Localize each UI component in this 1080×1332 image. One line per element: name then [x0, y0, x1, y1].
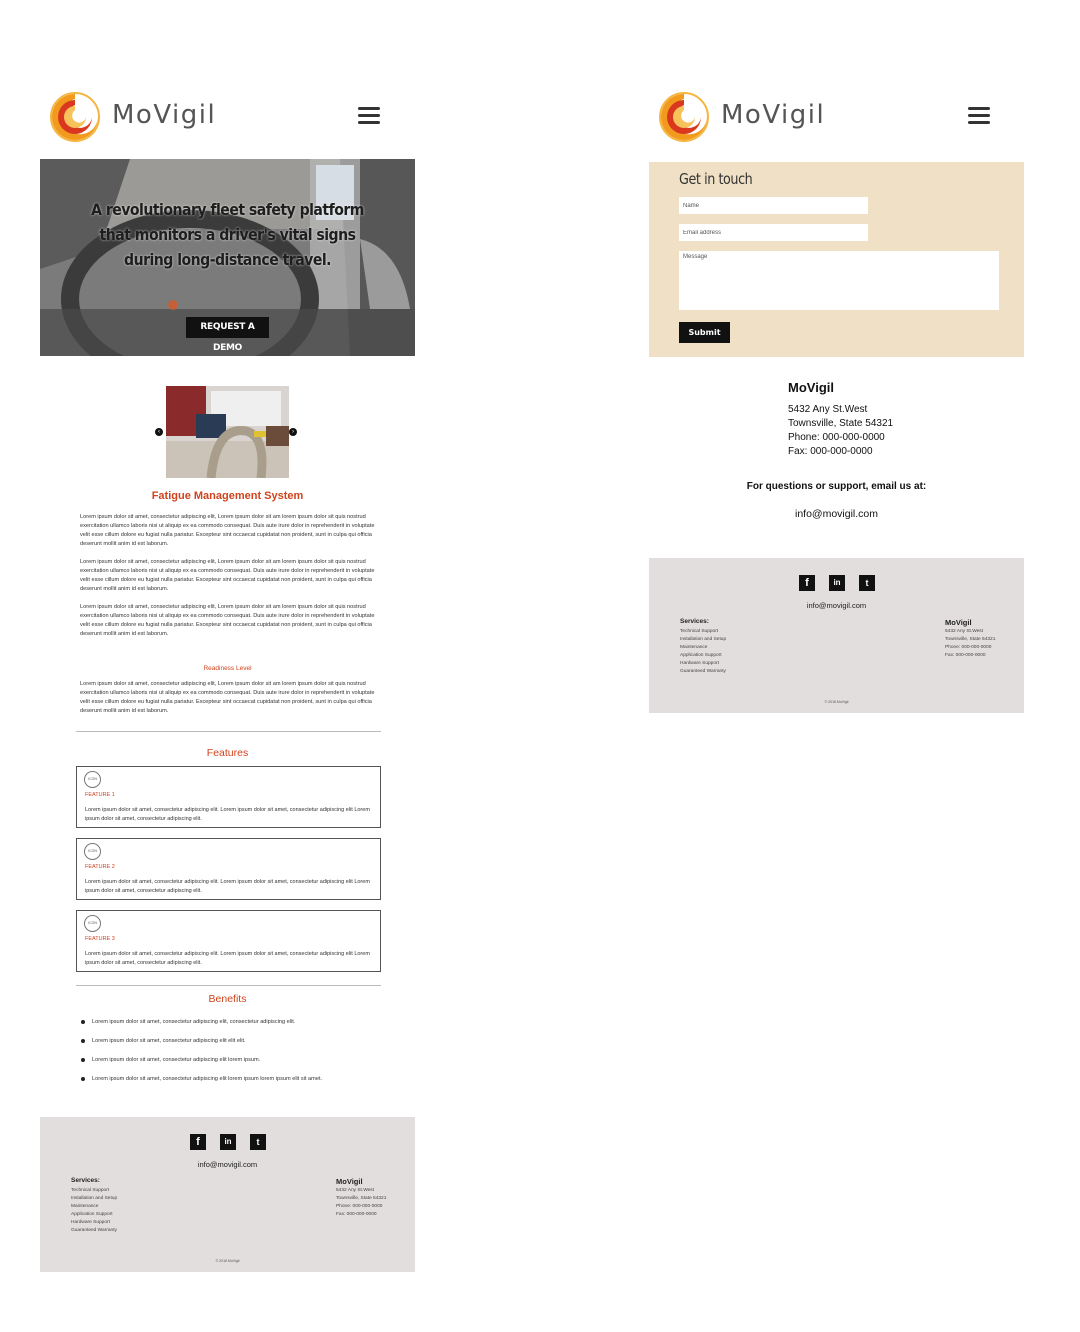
contact-form-section: Get in touch Submit [649, 162, 1024, 357]
name-field[interactable] [679, 197, 868, 214]
footer-copyright: © 2018 MoVigil [824, 700, 849, 704]
feature-card: ICON FEATURE 1 Lorem ipsum dolor sit ame… [76, 766, 381, 828]
footer-service-item[interactable]: Application Support [71, 1212, 113, 1217]
submit-button[interactable]: Submit [679, 322, 730, 343]
footer-company-name: MoVigil [945, 618, 972, 627]
hero-headline: A revolutionary fleet safety platform th… [91, 200, 364, 269]
movigil-swirl-logo-icon[interactable] [48, 90, 102, 144]
bullet-icon [81, 1020, 85, 1024]
footer-service-item[interactable]: Hardware Support [71, 1220, 110, 1225]
carousel-prev-icon[interactable]: ‹ [155, 428, 163, 436]
address-line: Townsville, State 54321 [788, 418, 894, 429]
twitter-icon[interactable]: t [859, 575, 875, 591]
footer-services-title: Services: [71, 1177, 100, 1184]
image-carousel: ‹ › [155, 386, 301, 478]
support-email-link[interactable]: info@movigil.com [649, 508, 1024, 520]
hero-banner: A revolutionary fleet safety platform th… [40, 159, 415, 356]
footer-address-line: Phone: 000-000-0000 [945, 645, 992, 650]
footer-email-link[interactable]: info@movigil.com [40, 1160, 415, 1169]
hamburger-menu-icon[interactable] [358, 107, 380, 125]
footer-service-item[interactable]: Technical Support [71, 1188, 109, 1193]
fatigue-paragraph-3: Lorem ipsum dolor sit amet, consectetur … [80, 604, 375, 637]
feature-title: FEATURE 2 [85, 864, 115, 870]
fatigue-paragraph-2: Lorem ipsum dolor sit amet, consectetur … [80, 559, 375, 592]
footer-service-item[interactable]: Maintenance [680, 645, 707, 650]
lab-equipment-photo [166, 386, 289, 478]
footer-address-line: 5432 Any St.West [945, 629, 984, 634]
feature-text: Lorem ipsum dolor sit amet, consectetur … [85, 879, 370, 894]
address-line: Fax: 000-000-0000 [788, 446, 873, 457]
footer-address-line: Townsville, State 54321 [336, 1196, 387, 1201]
footer-service-item[interactable]: Guaranteed Warranty [680, 669, 726, 674]
site-footer: f in t info@movigil.com Services: Techni… [649, 558, 1024, 713]
carousel-image[interactable] [166, 386, 289, 478]
site-header: MoVigil [40, 86, 415, 148]
bullet-icon [81, 1058, 85, 1062]
footer-address-line: Fax: 000-000-0000 [336, 1212, 377, 1217]
address-line: Phone: 000-000-0000 [788, 432, 885, 443]
footer-address-line: 5432 Any St.West [336, 1188, 375, 1193]
contact-title: Get in touch [679, 170, 753, 188]
readiness-paragraph: Lorem ipsum dolor sit amet, consectetur … [80, 681, 375, 714]
benefits-section-title: Benefits [208, 993, 247, 1005]
section-divider [76, 985, 381, 986]
footer-service-item[interactable]: Technical Support [680, 629, 718, 634]
footer-services-title: Services: [680, 618, 709, 625]
brand-name[interactable]: MoVigil [112, 100, 216, 130]
address-company-name: MoVigil [788, 380, 834, 395]
twitter-icon[interactable]: t [250, 1134, 266, 1150]
feature-icon: ICON [84, 771, 101, 788]
feature-text: Lorem ipsum dolor sit amet, consectetur … [85, 807, 370, 822]
facebook-icon[interactable]: f [799, 575, 815, 591]
feature-icon: ICON [84, 843, 101, 860]
movigil-swirl-logo-icon[interactable] [657, 90, 711, 144]
carousel-next-icon[interactable]: › [289, 428, 297, 436]
footer-copyright: © 2018 MoVigil [215, 1259, 240, 1263]
footer-address-line: Fax: 000-000-0000 [945, 653, 986, 658]
site-header: MoVigil [649, 86, 1024, 148]
linkedin-icon[interactable]: in [829, 575, 845, 591]
bullet-icon [81, 1077, 85, 1081]
support-text: For questions or support, email us at: [746, 481, 927, 492]
hamburger-menu-icon[interactable] [968, 107, 990, 125]
site-footer: f in t info@movigil.com Services: Techni… [40, 1117, 415, 1272]
footer-address-line: Townsville, State 54321 [945, 637, 996, 642]
email-field[interactable] [679, 224, 868, 241]
footer-company-name: MoVigil [336, 1177, 363, 1186]
message-field[interactable] [679, 251, 999, 310]
section-divider [76, 731, 381, 732]
feature-card: ICON FEATURE 3 Lorem ipsum dolor sit ame… [76, 910, 381, 972]
features-section-title: Features [206, 747, 249, 759]
readiness-section-title: Readiness Level [203, 665, 252, 672]
facebook-icon[interactable]: f [190, 1134, 206, 1150]
footer-service-item[interactable]: Maintenance [71, 1204, 98, 1209]
footer-email-link[interactable]: info@movigil.com [649, 601, 1024, 610]
feature-text: Lorem ipsum dolor sit amet, consectetur … [85, 951, 370, 966]
footer-service-item[interactable]: Installation and Setup [71, 1196, 117, 1201]
footer-service-item[interactable]: Application Support [680, 653, 722, 658]
bullet-icon [81, 1039, 85, 1043]
footer-service-item[interactable]: Guaranteed Warranty [71, 1228, 117, 1233]
feature-card: ICON FEATURE 2 Lorem ipsum dolor sit ame… [76, 838, 381, 900]
request-demo-button[interactable]: REQUEST A DEMO [186, 317, 269, 353]
feature-title: FEATURE 1 [85, 792, 115, 798]
footer-service-item[interactable]: Hardware Support [680, 661, 719, 666]
feature-icon: ICON [84, 915, 101, 932]
fatigue-section-title: Fatigue Management System [151, 490, 304, 502]
linkedin-icon[interactable]: in [220, 1134, 236, 1150]
feature-title: FEATURE 3 [85, 936, 115, 942]
fatigue-paragraph-1: Lorem ipsum dolor sit amet, consectetur … [80, 514, 375, 547]
footer-service-item[interactable]: Installation and Setup [680, 637, 726, 642]
address-line: 5432 Any St.West [788, 404, 868, 415]
address-block: MoVigil 5432 Any St.West Townsville, Sta… [788, 380, 988, 459]
footer-address-line: Phone: 000-000-0000 [336, 1204, 383, 1209]
brand-name[interactable]: MoVigil [721, 100, 825, 130]
